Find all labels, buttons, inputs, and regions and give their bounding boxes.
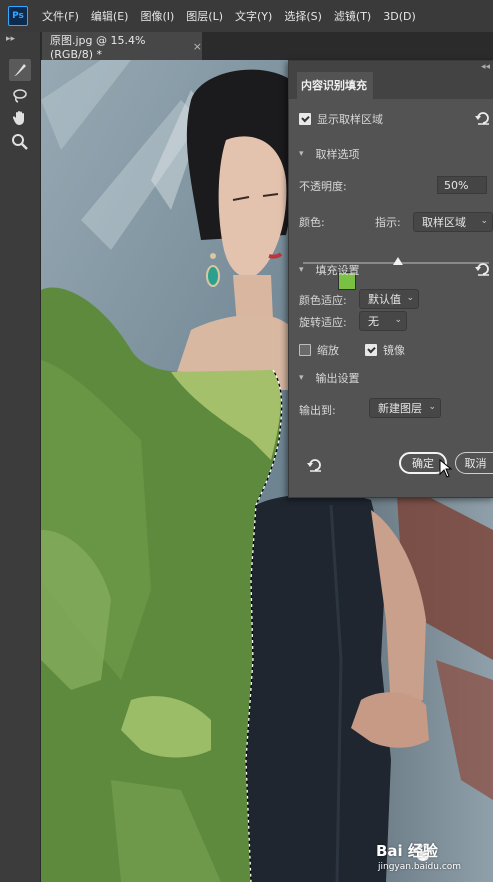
- reset-icon[interactable]: [475, 262, 491, 279]
- opacity-input[interactable]: 50%: [437, 176, 487, 194]
- fill-settings-title: 填充设置: [315, 264, 360, 277]
- rotate-adapt-value: 无: [368, 315, 379, 328]
- opacity-row: 不透明度:: [299, 178, 347, 194]
- mirror-label: 镜像: [383, 344, 405, 357]
- panel-collapse-icon[interactable]: ◂◂: [481, 62, 490, 72]
- panel-title[interactable]: 内容识别填充: [297, 72, 373, 99]
- menu-3d[interactable]: 3D(D): [383, 10, 416, 23]
- color-adapt-row: 颜色适应:: [299, 292, 347, 308]
- output-settings-title: 输出设置: [315, 372, 360, 385]
- chevron-down-icon: ⌄: [406, 293, 414, 303]
- color-adapt-value: 默认值: [368, 293, 401, 306]
- chevron-down-icon: ⌄: [480, 216, 488, 226]
- output-to-label: 输出到:: [299, 404, 336, 417]
- watermark-url: jingyan.baidu.com: [378, 862, 462, 872]
- sampling-options-title: 取样选项: [315, 148, 360, 161]
- brush-icon[interactable]: [9, 59, 31, 81]
- cancel-button-label: 取消: [464, 457, 487, 470]
- sampling-options-section[interactable]: ▾ 取样选项: [299, 146, 360, 162]
- output-to-row: 输出到:: [299, 402, 336, 418]
- scale-checkbox[interactable]: [299, 344, 311, 356]
- menu-bar: Ps 文件(F) 编辑(E) 图像(I) 图层(L) 文字(Y) 选择(S) 滤…: [0, 0, 493, 32]
- rotate-adapt-row: 旋转适应:: [299, 314, 347, 330]
- indicate-dropdown[interactable]: 取样区域 ⌄: [413, 212, 493, 232]
- close-icon[interactable]: ×: [193, 40, 202, 53]
- show-sampling-area-label: 显示取样区域: [317, 113, 383, 126]
- output-to-dropdown[interactable]: 新建图层 ⌄: [369, 398, 441, 418]
- indicate-label: 指示:: [375, 216, 401, 229]
- opacity-slider-thumb[interactable]: [393, 257, 403, 265]
- menu-type[interactable]: 文字(Y): [235, 8, 272, 24]
- color-row: 颜色:: [299, 214, 325, 230]
- lasso-icon[interactable]: [9, 85, 31, 107]
- rotate-adapt-dropdown[interactable]: 无 ⌄: [359, 311, 407, 331]
- expand-arrows-icon[interactable]: ▸▸: [6, 34, 15, 44]
- content-aware-fill-panel: ◂◂ 内容识别填充 显示取样区域 ▾ 取样选项 不透明度: 50% 颜色: 指示…: [288, 60, 493, 498]
- mirror-row[interactable]: 镜像: [365, 342, 405, 358]
- mirror-checkbox[interactable]: [365, 344, 377, 356]
- indicate-row: 指示:: [375, 214, 401, 230]
- output-settings-section[interactable]: ▾ 输出设置: [299, 370, 360, 386]
- scale-label: 缩放: [317, 344, 339, 357]
- reset-all-icon[interactable]: [307, 458, 323, 475]
- reset-icon[interactable]: [475, 111, 491, 128]
- scale-row[interactable]: 缩放: [299, 342, 339, 358]
- chevron-down-icon: ⌄: [428, 402, 436, 412]
- chevron-down-icon: ▾: [299, 149, 304, 159]
- document-tab-title: 原图.jpg @ 15.4%(RGB/8) *: [50, 33, 146, 61]
- cancel-button[interactable]: 取消: [455, 452, 493, 474]
- menu-image[interactable]: 图像(I): [140, 8, 174, 24]
- fill-settings-section[interactable]: ▾ 填充设置: [299, 262, 360, 278]
- chevron-down-icon: ▾: [299, 265, 304, 275]
- menu-filter[interactable]: 滤镜(T): [334, 8, 371, 24]
- menu-edit[interactable]: 编辑(E): [91, 8, 129, 24]
- show-sampling-area-checkbox[interactable]: [299, 113, 311, 125]
- color-label: 颜色:: [299, 216, 325, 229]
- tools-panel: ▸▸: [0, 32, 41, 882]
- menu-layer[interactable]: 图层(L): [186, 8, 223, 24]
- opacity-label: 不透明度:: [299, 180, 347, 193]
- ok-button-label: 确定: [412, 457, 434, 470]
- color-adapt-dropdown[interactable]: 默认值 ⌄: [359, 289, 419, 309]
- document-tab[interactable]: 原图.jpg @ 15.4%(RGB/8) * ×: [42, 32, 202, 61]
- watermark-text: Bai 经验: [376, 842, 438, 860]
- output-to-value: 新建图层: [378, 402, 422, 415]
- hand-icon[interactable]: [9, 107, 31, 129]
- zoom-icon[interactable]: [9, 131, 31, 153]
- mouse-cursor-icon: [439, 459, 453, 478]
- menu-select[interactable]: 选择(S): [284, 8, 322, 24]
- rotate-adapt-label: 旋转适应:: [299, 316, 347, 329]
- chevron-down-icon: ⌄: [394, 315, 402, 325]
- color-adapt-label: 颜色适应:: [299, 294, 347, 307]
- show-sampling-area-row[interactable]: 显示取样区域: [299, 111, 383, 127]
- chevron-down-icon: ▾: [299, 373, 304, 383]
- panel-header: 内容识别填充: [289, 61, 493, 99]
- photoshop-logo[interactable]: Ps: [8, 6, 28, 26]
- indicate-value: 取样区域: [422, 216, 466, 229]
- menu-file[interactable]: 文件(F): [42, 8, 79, 24]
